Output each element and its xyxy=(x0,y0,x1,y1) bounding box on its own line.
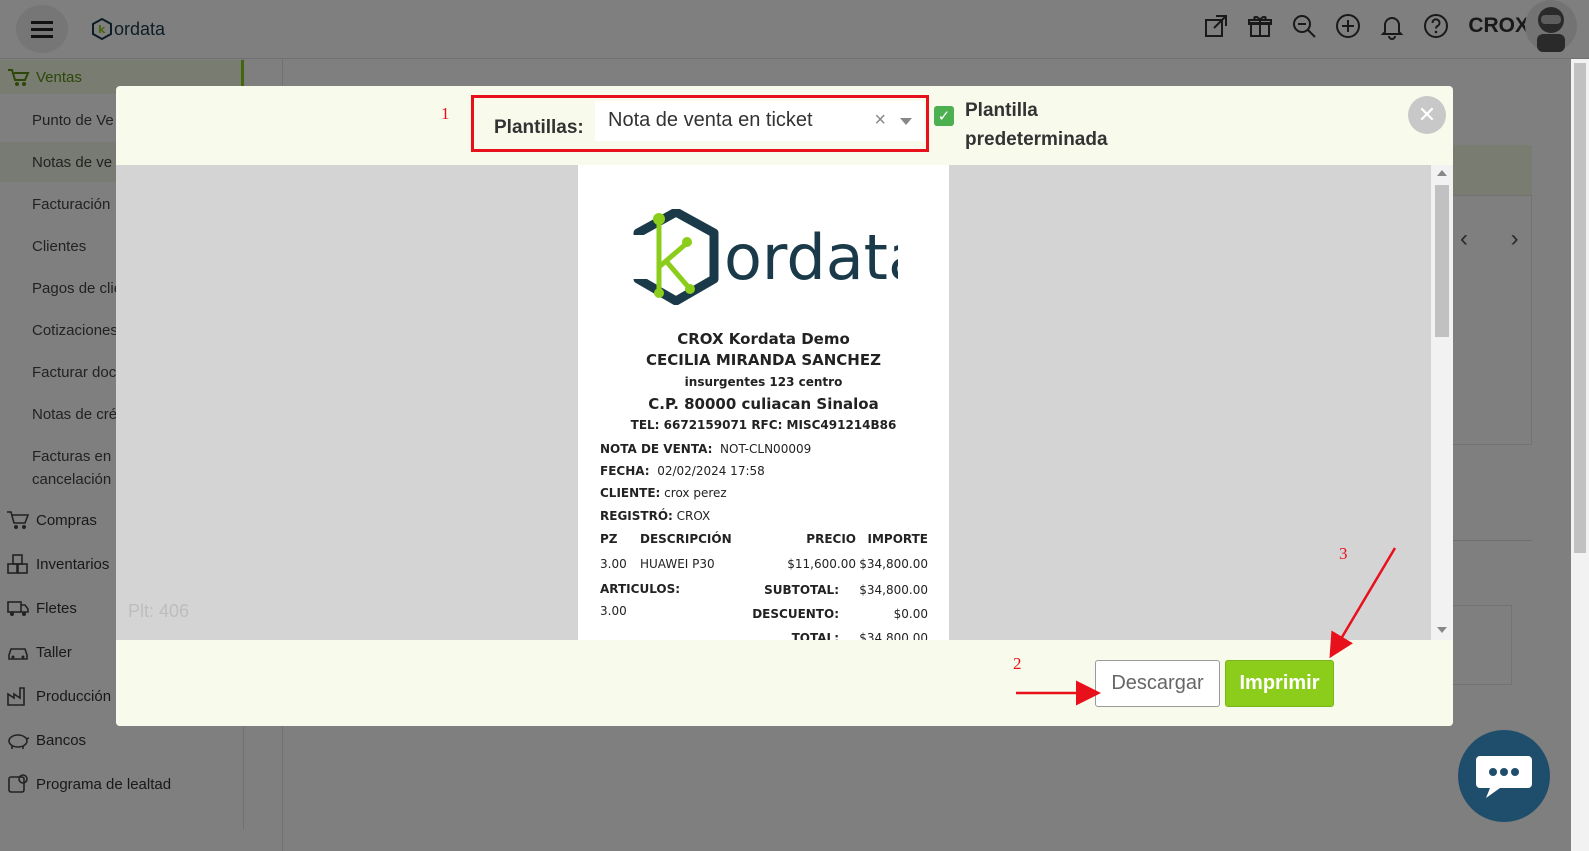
col-header-price: PRECIO xyxy=(806,532,856,546)
template-selector-highlight: Plantillas: Nota de venta en ticket × xyxy=(471,95,929,152)
ticket-subtotal-value: $34,800.00 xyxy=(859,583,928,597)
ticket-subtotal-label: SUBTOTAL: xyxy=(764,583,839,597)
default-template-label-line1: Plantilla xyxy=(965,100,1038,121)
ticket-discount-value: $0.00 xyxy=(893,607,928,621)
templates-label: Plantillas: xyxy=(494,117,584,138)
print-button[interactable]: Imprimir xyxy=(1225,660,1334,707)
ticket-row-amount: $34,800.00 xyxy=(859,557,928,571)
ticket-row-description: HUAWEI P30 xyxy=(640,557,715,571)
template-id-label: Plt: 406 xyxy=(128,601,190,621)
ticket-registered-value: CROX xyxy=(676,509,711,523)
ticket-discount-label: DESCUENTO: xyxy=(752,607,839,621)
annotation-step-2: 2 xyxy=(1013,654,1022,673)
ticket-registered-label: REGISTRÓ: xyxy=(600,509,673,523)
default-template-checkbox[interactable]: ✓ xyxy=(934,106,954,126)
ticket-client-row: CLIENTE: crox perez xyxy=(600,486,727,500)
ticket-logo-text: ordata xyxy=(724,221,898,294)
ticket-date-label: FECHA: xyxy=(600,464,650,478)
ticket-note-label: NOTA DE VENTA: xyxy=(600,442,713,456)
template-select-value: Nota de venta en ticket xyxy=(608,109,813,131)
close-button[interactable]: ✕ xyxy=(1408,96,1446,134)
ticket-articles-value: 3.00 xyxy=(600,604,627,618)
chat-button[interactable] xyxy=(1458,730,1550,822)
ticket-company: CROX Kordata Demo xyxy=(677,330,850,348)
ticket-client-label: CLIENTE: xyxy=(600,486,661,500)
close-icon: ✕ xyxy=(1417,102,1437,127)
col-header-description: DESCRIPCIÓN xyxy=(640,532,732,546)
annotation-step-1: 1 xyxy=(441,104,450,123)
print-template-modal: Plantillas: Nota de venta en ticket × ✓ … xyxy=(116,86,1453,726)
ticket-client-value: crox perez xyxy=(664,486,727,500)
scroll-down-icon[interactable] xyxy=(1437,627,1447,633)
ticket-logo: ordata xyxy=(630,209,898,305)
default-template-label: Plantilla predeterminada xyxy=(965,96,1145,154)
ticket-contact: TEL: 6672159071 RFC: MISC491214B86 xyxy=(630,418,897,432)
col-header-amount: IMPORTE xyxy=(867,532,929,546)
ticket-total-value: $34,800.00 xyxy=(859,631,928,640)
preview-scrollbar-thumb[interactable] xyxy=(1435,185,1449,337)
page-scrollbar-thumb[interactable] xyxy=(1574,63,1586,553)
ticket-city: C.P. 80000 culiacan Sinaloa xyxy=(648,395,879,413)
ticket-address: insurgentes 123 centro xyxy=(684,375,843,389)
ticket-date-value: 02/02/2024 17:58 xyxy=(657,464,765,478)
chevron-down-icon[interactable] xyxy=(900,118,912,125)
ticket-note-value: NOT-CLN00009 xyxy=(720,442,812,456)
chat-icon xyxy=(1476,756,1532,798)
download-button[interactable]: Descargar xyxy=(1095,660,1220,707)
clear-selection-icon[interactable]: × xyxy=(874,109,886,132)
page-scrollbar[interactable] xyxy=(1571,59,1589,851)
ticket-note-row: NOTA DE VENTA: NOT-CLN00009 xyxy=(600,442,811,456)
scroll-up-icon[interactable] xyxy=(1437,170,1447,176)
ticket-total-label: TOTAL: xyxy=(791,631,839,640)
ticket-row-pz: 3.00 xyxy=(600,557,627,571)
modal-footer: Descargar Imprimir xyxy=(116,640,1453,726)
ticket-preview-area[interactable]: ordata CROX Kordata Demo CECILIA MIRANDA… xyxy=(116,165,1431,640)
col-header-pz: PZ xyxy=(600,532,618,546)
template-select[interactable]: Nota de venta en ticket × xyxy=(595,101,924,141)
default-template-label-line2: predeterminada xyxy=(965,129,1108,150)
ticket-date-row: FECHA: 02/02/2024 17:58 xyxy=(600,464,765,478)
ticket-articles-label: ARTICULOS: xyxy=(600,582,681,596)
ticket-document: ordata CROX Kordata Demo CECILIA MIRANDA… xyxy=(578,165,949,640)
ticket-row-price: $11,600.00 xyxy=(787,557,856,571)
ticket-owner: CECILIA MIRANDA SANCHEZ xyxy=(646,351,881,369)
ticket-registered-row: REGISTRÓ: CROX xyxy=(600,509,710,523)
modal-header: Plantillas: Nota de venta en ticket × ✓ … xyxy=(116,86,1453,165)
annotation-step-3: 3 xyxy=(1339,544,1348,563)
preview-scrollbar[interactable] xyxy=(1431,165,1453,640)
